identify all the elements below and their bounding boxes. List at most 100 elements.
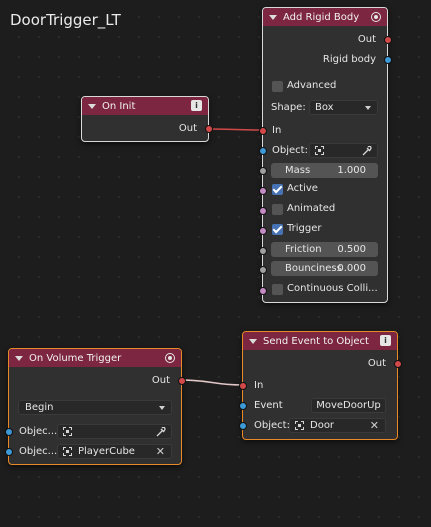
- node-header[interactable]: On Init i: [82, 97, 208, 115]
- active-checkbox[interactable]: [272, 184, 283, 195]
- object-label: Object:: [254, 420, 290, 431]
- link-init-to-rigidbody: [206, 128, 262, 131]
- node-title: On Volume Trigger: [29, 352, 122, 364]
- output-row: Out: [243, 354, 397, 372]
- object2-value: PlayerCube: [78, 446, 135, 457]
- bounciness-value: 0.000: [337, 263, 366, 274]
- animated-checkbox[interactable]: [272, 204, 283, 215]
- link-volume-to-sendevent: [179, 379, 244, 386]
- object-label: Object:: [272, 145, 308, 156]
- friction-field[interactable]: Friction 0.500: [271, 242, 378, 257]
- friction-value: 0.500: [337, 244, 366, 255]
- close-icon[interactable]: ✕: [156, 445, 165, 458]
- trigger-checkbox[interactable]: [272, 224, 283, 235]
- chevron-down-icon[interactable]: [249, 338, 257, 344]
- in-label: In: [272, 125, 282, 136]
- advanced-checkbox[interactable]: [272, 81, 283, 92]
- output-row: Out: [9, 371, 181, 389]
- out-label: Out: [151, 374, 170, 386]
- trigger-label: Trigger: [287, 223, 322, 234]
- dropdown-arrow-icon: [365, 106, 371, 110]
- node-header[interactable]: Add Rigid Body: [263, 8, 387, 26]
- event-socket[interactable]: [239, 402, 247, 410]
- mode-dropdown[interactable]: Begin: [18, 400, 172, 415]
- eyedropper-icon[interactable]: [156, 427, 166, 437]
- rigid-body-socket[interactable]: [384, 56, 392, 64]
- continuous-label: Continuous Colli...: [287, 283, 378, 294]
- active-label: Active: [287, 183, 318, 194]
- eyedropper-icon[interactable]: [362, 146, 372, 156]
- object-picker[interactable]: [309, 143, 378, 158]
- out-label: Out: [367, 357, 386, 369]
- object-icon: [63, 427, 72, 436]
- continuous-checkbox[interactable]: [272, 284, 283, 295]
- node-header[interactable]: On Volume Trigger: [9, 349, 181, 367]
- info-icon: i: [191, 100, 202, 111]
- object1-socket[interactable]: [5, 428, 13, 436]
- shape-dropdown[interactable]: Box: [309, 100, 378, 115]
- object2-socket[interactable]: [5, 448, 13, 456]
- out-socket[interactable]: [384, 36, 392, 44]
- node-title: Send Event to Object: [263, 335, 369, 347]
- output-row: Out: [263, 30, 387, 48]
- object-value: Door: [310, 420, 335, 431]
- object-socket[interactable]: [259, 147, 267, 155]
- object2-picker[interactable]: PlayerCube ✕: [57, 444, 172, 459]
- mass-field[interactable]: Mass 1.000: [271, 163, 378, 178]
- out-socket[interactable]: [205, 125, 213, 133]
- object-socket[interactable]: [239, 422, 247, 430]
- object2-label: Objec...: [19, 446, 58, 457]
- node-on-init[interactable]: On Init i Out: [81, 96, 213, 142]
- info-icon: i: [380, 335, 391, 346]
- in-socket[interactable]: [259, 127, 267, 135]
- bounciness-socket[interactable]: [259, 266, 267, 274]
- object1-label: Objec...: [19, 426, 58, 437]
- node-send-event-to-object[interactable]: Send Event to Object i Out In Event Move…: [239, 331, 402, 440]
- continuous-socket[interactable]: [259, 287, 267, 295]
- rigid-body-output-row: Rigid body: [263, 50, 387, 68]
- out-label: Out: [178, 122, 197, 134]
- node-add-rigid-body[interactable]: Add Rigid Body Out Rigid body Advanced S…: [259, 7, 392, 303]
- object1-picker[interactable]: [57, 424, 172, 439]
- node-title: On Init: [102, 100, 136, 112]
- advanced-label: Advanced: [287, 80, 337, 91]
- bounciness-field[interactable]: Bounciness 0.000: [271, 261, 378, 276]
- trigger-socket[interactable]: [259, 227, 267, 235]
- node-header[interactable]: Send Event to Object i: [243, 332, 397, 350]
- record-icon: [165, 353, 175, 363]
- animated-label: Animated: [287, 203, 336, 214]
- shape-value: Box: [315, 102, 334, 113]
- event-input[interactable]: MoveDoorUp: [311, 398, 386, 413]
- object-icon: [315, 146, 324, 155]
- mass-value: 1.000: [337, 165, 366, 176]
- event-value: MoveDoorUp: [316, 400, 381, 411]
- out-socket[interactable]: [178, 377, 186, 385]
- animated-socket[interactable]: [259, 207, 267, 215]
- mass-label: Mass: [285, 165, 311, 176]
- node-on-volume-trigger[interactable]: On Volume Trigger Out Begin Objec... Obj…: [5, 348, 186, 465]
- out-socket[interactable]: [394, 360, 402, 368]
- rigid-body-label: Rigid body: [322, 53, 376, 65]
- object-icon: [295, 421, 304, 430]
- node-title: Add Rigid Body: [283, 11, 360, 23]
- chevron-down-icon[interactable]: [269, 14, 277, 20]
- in-label: In: [254, 380, 264, 391]
- chevron-down-icon[interactable]: [88, 103, 96, 109]
- chevron-down-icon[interactable]: [15, 355, 23, 361]
- friction-socket[interactable]: [259, 247, 267, 255]
- shape-label: Shape:: [271, 102, 306, 113]
- out-label: Out: [357, 33, 376, 45]
- active-socket[interactable]: [259, 187, 267, 195]
- friction-label: Friction: [285, 244, 322, 255]
- event-label: Event: [254, 400, 283, 411]
- mass-socket[interactable]: [259, 167, 267, 175]
- bounciness-label: Bounciness: [285, 263, 342, 274]
- mode-value: Begin: [25, 402, 54, 413]
- in-socket[interactable]: [239, 382, 247, 390]
- output-row: Out: [82, 119, 208, 137]
- close-icon[interactable]: ✕: [370, 419, 379, 432]
- record-icon: [371, 12, 381, 22]
- dropdown-arrow-icon: [159, 406, 165, 410]
- object-icon: [63, 447, 72, 456]
- object-picker[interactable]: Door ✕: [289, 418, 386, 433]
